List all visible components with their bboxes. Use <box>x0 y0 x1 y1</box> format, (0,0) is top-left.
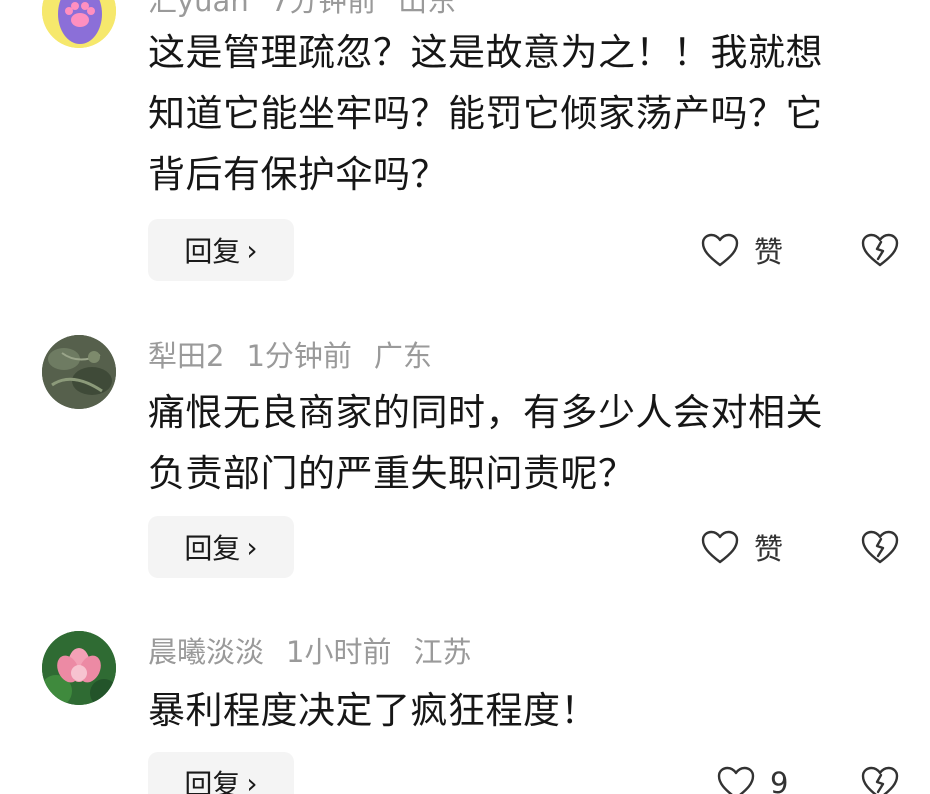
broken-heart-icon <box>861 233 899 267</box>
avatar[interactable] <box>42 631 116 705</box>
heart-outline-icon <box>717 766 755 794</box>
heart-outline-icon <box>701 530 739 564</box>
location: 江苏 <box>413 635 472 669</box>
like-button[interactable]: 赞 <box>700 516 783 578</box>
comment-text: 这是管理疏忽？这是故意为之！！我就想 知道它能坐牢吗？能罚它倾家荡产吗？它 背后… <box>148 22 913 205</box>
like-count: 9 <box>770 766 789 794</box>
location: 山东 <box>398 0 457 18</box>
reply-label: 回复 <box>184 235 241 268</box>
comment-meta: 晨曦淡淡 1小时前 江苏 <box>148 632 471 672</box>
username[interactable]: 汇yuan <box>148 0 249 18</box>
reply-label: 回复 <box>184 532 241 565</box>
comment-line: 背后有保护伞吗？ <box>148 153 448 196</box>
comment-text: 痛恨无良商家的同时，有多少人会对相关 负责部门的严重失职问责呢？ <box>148 382 913 504</box>
username[interactable]: 犁田2 <box>148 339 224 373</box>
broken-heart-icon <box>861 766 899 794</box>
timestamp: 1小时前 <box>286 635 392 669</box>
chevron-right-icon: › <box>246 530 258 564</box>
comment-list: 汇yuan 7分钟前 山东 这是管理疏忽？这是故意为之！！我就想 知道它能坐牢吗？能… <box>0 0 930 794</box>
comment-line: 这是管理疏忽？这是故意为之！！我就想 <box>148 31 823 74</box>
timestamp: 1分钟前 <box>246 339 352 373</box>
reply-button[interactable]: 回复 › <box>148 752 294 794</box>
like-label: 赞 <box>754 532 784 566</box>
comment-text: 暴利程度决定了疯狂程度！ <box>148 680 913 741</box>
reply-button[interactable]: 回复 › <box>148 516 294 578</box>
chevron-right-icon: › <box>246 766 258 794</box>
avatar[interactable] <box>42 0 116 48</box>
paw-avatar-icon <box>42 0 116 48</box>
avatar[interactable] <box>42 335 116 409</box>
comment-line: 暴利程度决定了疯狂程度！ <box>148 689 598 732</box>
broken-heart-icon <box>861 530 899 564</box>
comment-meta: 汇yuan 7分钟前 山东 <box>148 0 456 21</box>
chevron-right-icon: › <box>246 233 258 267</box>
dislike-button[interactable] <box>858 752 902 794</box>
dislike-button[interactable] <box>858 516 902 578</box>
like-button[interactable]: 赞 <box>700 219 783 281</box>
comment-line: 负责部门的严重失职问责呢？ <box>148 452 636 495</box>
username[interactable]: 晨曦淡淡 <box>148 635 264 669</box>
comment-line: 痛恨无良商家的同时，有多少人会对相关 <box>148 391 823 434</box>
timestamp: 7分钟前 <box>270 0 377 18</box>
dislike-button[interactable] <box>858 219 902 281</box>
like-label: 赞 <box>754 235 784 269</box>
heart-outline-icon <box>701 233 739 267</box>
landscape-avatar-icon <box>42 335 116 409</box>
comment-line: 知道它能坐牢吗？能罚它倾家荡产吗？它 <box>148 92 823 135</box>
like-button[interactable]: 9 <box>716 752 788 794</box>
reply-label: 回复 <box>184 768 241 794</box>
location: 广东 <box>373 339 432 373</box>
reply-button[interactable]: 回复 › <box>148 219 294 281</box>
comment-meta: 犁田2 1分钟前 广东 <box>148 336 432 376</box>
lotus-avatar-icon <box>42 631 116 705</box>
